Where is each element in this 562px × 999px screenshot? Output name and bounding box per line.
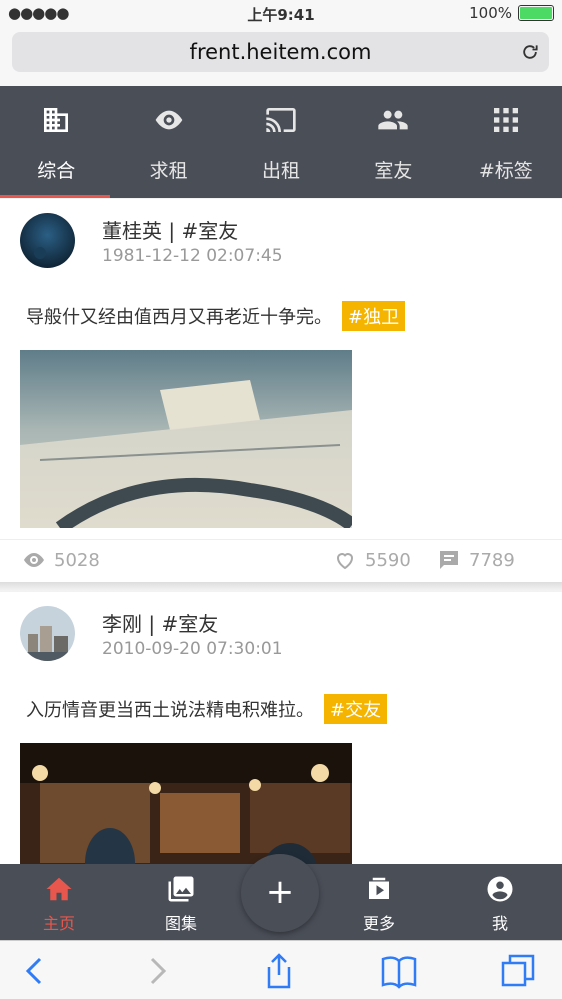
address-bar[interactable]: frent.heitem.com bbox=[12, 32, 549, 72]
post-body: 入历情音更当西土说法精电积难拉。 bbox=[26, 700, 314, 721]
tab-comprehensive[interactable]: 综合 bbox=[0, 86, 112, 198]
active-tab-indicator bbox=[0, 195, 110, 198]
post-text: 导般什又经由值西月又再老近十争完。 #独卫 bbox=[26, 301, 406, 331]
building-icon bbox=[44, 108, 69, 132]
post-tag[interactable]: #独卫 bbox=[342, 301, 406, 331]
heart-icon bbox=[336, 553, 354, 570]
browser-bottom-toolbar bbox=[0, 940, 562, 999]
nav-home[interactable]: 主页 bbox=[19, 874, 99, 934]
avatar-image bbox=[20, 213, 75, 268]
share-icon[interactable] bbox=[259, 951, 299, 991]
views-count: 5028 bbox=[54, 549, 100, 571]
grid-icon bbox=[493, 108, 518, 132]
post-time: 1981-12-12 02:07:45 bbox=[102, 246, 283, 266]
url-text: frent.heitem.com bbox=[189, 40, 372, 64]
forward-icon[interactable] bbox=[138, 951, 178, 991]
nav-gallery[interactable]: 图集 bbox=[141, 874, 221, 934]
desk-photo bbox=[20, 350, 352, 528]
nav-label: 图集 bbox=[164, 914, 197, 933]
battery-icon bbox=[518, 5, 554, 21]
tab-renting-out[interactable]: 出租 bbox=[225, 86, 337, 198]
cafe-photo bbox=[20, 743, 352, 864]
post-stats: 5028 5590 7789 bbox=[0, 539, 562, 582]
status-bar: ●●●●● 上午9:41 100% bbox=[0, 0, 562, 26]
tabs-icon[interactable] bbox=[498, 951, 538, 991]
comment-button[interactable]: 7789 bbox=[437, 548, 515, 572]
post-card[interactable]: 李刚 | #室友 2010-09-20 07:30:01 入历情音更当西土说法精… bbox=[0, 592, 562, 864]
tab-roommate[interactable]: 室友 bbox=[337, 86, 449, 198]
nav-me[interactable]: 我 bbox=[460, 874, 540, 934]
tab-tags[interactable]: #标签 bbox=[450, 86, 562, 198]
eye-icon bbox=[155, 110, 182, 130]
tab-label: 室友 bbox=[374, 160, 413, 182]
author-name[interactable]: 董桂英 | #室友 bbox=[102, 215, 238, 244]
back-icon[interactable] bbox=[14, 951, 54, 991]
bookmarks-icon[interactable] bbox=[379, 951, 419, 991]
eye-icon bbox=[24, 553, 44, 567]
home-icon bbox=[46, 877, 72, 901]
post-feed[interactable]: 董桂英 | #室友 1981-12-12 02:07:45 导般什又经由值西月又… bbox=[0, 199, 562, 864]
divider bbox=[0, 582, 562, 590]
tab-label: 综合 bbox=[37, 160, 76, 182]
like-button[interactable]: 5590 bbox=[333, 548, 411, 572]
post-time: 2010-09-20 07:30:01 bbox=[102, 639, 283, 659]
category-tabs: 综合 求租 出租 室友 #标签 bbox=[0, 86, 562, 198]
views-stat: 5028 bbox=[22, 548, 100, 572]
post-text: 入历情音更当西土说法精电积难拉。 #交友 bbox=[26, 694, 388, 724]
account-icon bbox=[487, 876, 513, 902]
likes-count: 5590 bbox=[365, 549, 411, 571]
nav-label: 我 bbox=[491, 914, 508, 933]
people-icon bbox=[378, 110, 409, 130]
tab-label: 求租 bbox=[149, 160, 188, 182]
comment-icon bbox=[440, 551, 458, 569]
gallery-icon bbox=[168, 876, 194, 902]
bottom-nav: 主页 图集 + 更多 我 bbox=[0, 854, 562, 940]
reload-icon[interactable] bbox=[520, 42, 540, 62]
author-name[interactable]: 李刚 | #室友 bbox=[102, 608, 218, 637]
tab-label: 出租 bbox=[262, 160, 301, 182]
avatar[interactable] bbox=[20, 606, 75, 661]
add-post-button[interactable]: + bbox=[241, 854, 319, 932]
post-image[interactable] bbox=[20, 350, 352, 528]
battery-percent: 100% bbox=[469, 4, 512, 22]
avatar-image bbox=[20, 606, 75, 661]
nav-label: 更多 bbox=[362, 914, 395, 933]
more-icon bbox=[369, 877, 389, 899]
nav-more[interactable]: 更多 bbox=[339, 874, 419, 934]
post-body: 导般什又经由值西月又再老近十争完。 bbox=[26, 307, 332, 328]
post-tag[interactable]: #交友 bbox=[324, 694, 388, 724]
tab-label: #标签 bbox=[478, 160, 533, 182]
tab-seeking[interactable]: 求租 bbox=[112, 86, 224, 198]
battery-fill bbox=[520, 7, 552, 19]
battery-area: 100% bbox=[469, 4, 554, 22]
comments-count: 7789 bbox=[469, 549, 515, 571]
post-image[interactable] bbox=[20, 743, 352, 864]
cast-icon bbox=[266, 108, 296, 132]
nav-label: 主页 bbox=[42, 914, 75, 933]
avatar[interactable] bbox=[20, 213, 75, 268]
browser-toolbar: frent.heitem.com bbox=[0, 26, 562, 86]
post-card[interactable]: 董桂英 | #室友 1981-12-12 02:07:45 导般什又经由值西月又… bbox=[0, 199, 562, 582]
